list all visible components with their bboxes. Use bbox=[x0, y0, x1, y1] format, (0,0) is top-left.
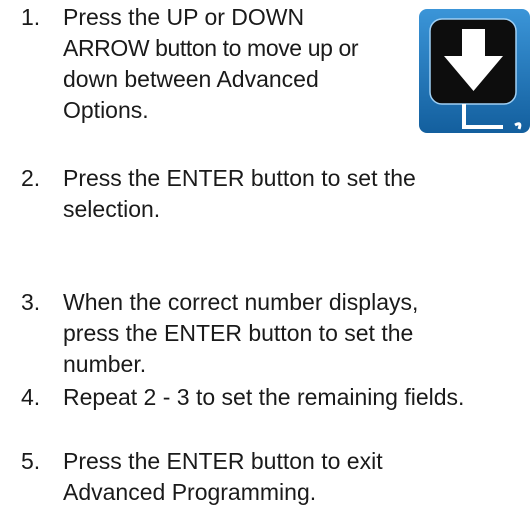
step-text-line: number. bbox=[63, 351, 147, 377]
step-text: Press the UP or DOWN ARROW button to mov… bbox=[63, 2, 359, 126]
step-text-line: Press the ENTER button to set the bbox=[63, 165, 416, 191]
step-text-line: Press the UP or DOWN bbox=[63, 4, 305, 30]
step-text: Repeat 2 - 3 to set the remaining fields… bbox=[63, 382, 464, 413]
step-text-line: Press the ENTER button to exit bbox=[63, 448, 383, 474]
step-number: 2. bbox=[21, 165, 41, 191]
step-text: Press the ENTER button to set the select… bbox=[63, 163, 416, 225]
step-text-line: down between Advanced bbox=[63, 66, 319, 92]
step-text-line: When the correct number displays, bbox=[63, 289, 419, 315]
step-number: 4. bbox=[21, 384, 41, 410]
step-number: 3. bbox=[21, 289, 41, 315]
step-number: 1. bbox=[21, 4, 41, 30]
step-text-line: Repeat 2 - 3 to set the remaining fields… bbox=[63, 384, 465, 410]
step-text-line: press the ENTER button to set the bbox=[63, 320, 414, 346]
step-text-line: ARROW button to move up or bbox=[63, 35, 359, 61]
step-number: 5. bbox=[21, 448, 41, 474]
down-arrow-enter-icon bbox=[419, 9, 530, 133]
step-text-line: selection. bbox=[63, 196, 161, 222]
step-text: When the correct number displays, press … bbox=[63, 287, 418, 380]
step-text: Press the ENTER button to exit Advanced … bbox=[63, 446, 383, 508]
step-text-line: Options. bbox=[63, 97, 149, 123]
step-text-line: Advanced Programming. bbox=[63, 479, 317, 505]
